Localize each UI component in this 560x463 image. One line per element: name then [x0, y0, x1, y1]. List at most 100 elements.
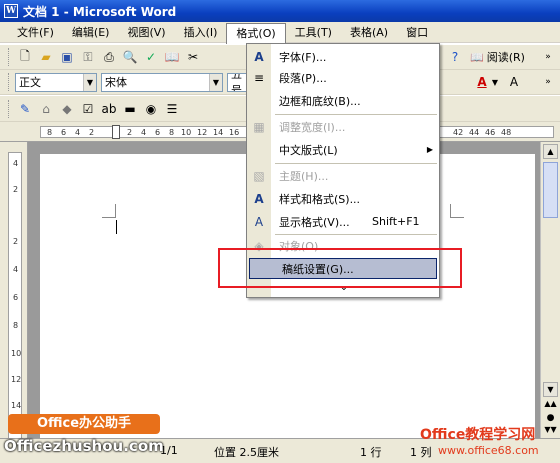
- ruler-number: 48: [501, 128, 512, 137]
- styles-icon: A: [254, 191, 264, 206]
- menu-insert[interactable]: 插入(I): [175, 23, 227, 42]
- ruler-number: 46: [485, 128, 496, 137]
- view-code-icon[interactable]: ◆: [57, 99, 77, 119]
- menu-item-label: 主题(H)...: [279, 169, 329, 183]
- margin-corner-mark: [102, 204, 116, 218]
- menu-view[interactable]: 视图(V): [118, 23, 174, 42]
- column-number: 1 列: [410, 446, 432, 459]
- menu-separator: [275, 163, 437, 164]
- scroll-down-icon[interactable]: ▼: [543, 382, 558, 397]
- help-icon[interactable]: ?: [445, 47, 465, 67]
- title-bar: W 文档 1 - Microsoft Word: [0, 0, 560, 22]
- menu-item-asian-layout[interactable]: 中文版式(L) ▶: [247, 139, 439, 160]
- window-title: 文档 1 - Microsoft Word: [23, 4, 177, 19]
- watermark-url-right: www.office68.com: [438, 444, 539, 457]
- text-cursor: [116, 220, 117, 234]
- menu-item-font[interactable]: A 字体(F)...: [247, 46, 439, 67]
- indent-marker[interactable]: [112, 125, 120, 139]
- read-button[interactable]: 📖 阅读(R): [470, 49, 525, 65]
- watermark-url-left: Officezhushou.com: [4, 437, 164, 455]
- menu-item-label: 显示格式(V)...: [279, 215, 350, 229]
- ruler-number: 6: [61, 128, 67, 137]
- book-icon: 📖: [470, 50, 484, 64]
- next-page-icon[interactable]: ▼▼: [543, 425, 558, 439]
- button-control-icon[interactable]: ▬: [120, 99, 140, 119]
- ruler-number: 8: [169, 128, 175, 137]
- ruler-number: 12: [11, 375, 22, 384]
- word-app-icon: W: [4, 4, 18, 18]
- highlight-annotation: [218, 248, 462, 288]
- design-mode-icon[interactable]: ✎: [15, 99, 35, 119]
- toolbar-grip[interactable]: [8, 99, 11, 118]
- ruler-number: 2: [13, 185, 19, 194]
- ruler-number: 6: [13, 293, 19, 302]
- permission-icon[interactable]: ⚿: [78, 47, 98, 67]
- ruler-number: 12: [197, 128, 208, 137]
- font-icon: A: [254, 49, 264, 64]
- menu-item-label: 中文版式(L): [279, 143, 338, 157]
- spelling-icon[interactable]: ✓: [141, 47, 161, 67]
- toolbar-grip[interactable]: [8, 73, 11, 91]
- scroll-up-icon[interactable]: ▲: [543, 144, 558, 159]
- ruler-number: 4: [13, 159, 19, 168]
- save-icon[interactable]: ▣: [57, 47, 77, 67]
- toolbar-grip[interactable]: [8, 48, 11, 66]
- ruler-number: 42: [453, 128, 464, 137]
- print-icon[interactable]: ⎙: [99, 47, 119, 67]
- menu-table[interactable]: 表格(A): [341, 23, 397, 42]
- ruler-strip: 4 2 2 4 6 8 10 12 14: [8, 152, 22, 442]
- vertical-ruler[interactable]: 4 2 2 4 6 8 10 12 14: [0, 142, 28, 442]
- font-combo[interactable]: 宋体 ▼: [101, 72, 223, 92]
- ruler-number: 4: [13, 265, 19, 274]
- font-color-icon[interactable]: A: [472, 72, 492, 92]
- menu-item-reveal-formatting[interactable]: A 显示格式(V)... Shift+F1: [247, 211, 439, 232]
- font-value: 宋体: [105, 76, 127, 89]
- toolbar-options-icon[interactable]: »: [538, 72, 558, 92]
- reveal-formatting-icon: A: [254, 214, 264, 229]
- margin-corner-mark: [450, 204, 464, 218]
- menu-item-label: 样式和格式(S)...: [279, 192, 361, 206]
- vertical-scrollbar[interactable]: ▲ ▼ ▲▲ ● ▼▼: [540, 142, 560, 442]
- chevron-down-icon[interactable]: ▼: [83, 73, 96, 91]
- ruler-number: 2: [127, 128, 133, 137]
- chevron-down-icon[interactable]: ▼: [209, 73, 222, 91]
- menu-item-borders-shading[interactable]: 边框和底纹(B)...: [247, 90, 439, 111]
- menu-window[interactable]: 窗口: [397, 23, 437, 42]
- option-button-icon[interactable]: ◉: [141, 99, 161, 119]
- style-combo[interactable]: 正文 ▼: [15, 72, 97, 92]
- read-button-label: 阅读(R): [486, 51, 525, 64]
- menu-format[interactable]: 格式(O): [226, 22, 286, 44]
- browse-object-icon[interactable]: ●: [543, 413, 558, 425]
- ruler-number: 6: [155, 128, 161, 137]
- properties-icon[interactable]: ⌂: [36, 99, 56, 119]
- menu-file[interactable]: 文件(F): [8, 23, 63, 42]
- print-preview-icon[interactable]: 🔍: [120, 47, 140, 67]
- paragraph-icon: ≡: [253, 70, 265, 85]
- char-shading-icon[interactable]: A: [504, 72, 524, 92]
- scroll-thumb[interactable]: [543, 162, 558, 218]
- menu-separator: [275, 114, 437, 115]
- research-icon[interactable]: 📖: [162, 47, 182, 67]
- new-document-icon[interactable]: 🗋: [15, 47, 35, 67]
- menu-edit[interactable]: 编辑(E): [63, 23, 119, 42]
- menu-item-styles-formatting[interactable]: A 样式和格式(S)...: [247, 188, 439, 209]
- menu-item-adjust-width: ▦ 调整宽度(I)...: [247, 116, 439, 137]
- style-value: 正文: [19, 76, 41, 89]
- listbox-icon[interactable]: ☰: [162, 99, 182, 119]
- checkbox-icon[interactable]: ☑: [78, 99, 98, 119]
- ruler-number: 8: [13, 321, 19, 330]
- menu-item-paragraph[interactable]: ≡ 段落(P)...: [247, 67, 439, 88]
- menu-item-label: 字体(F)...: [279, 50, 327, 64]
- open-folder-icon[interactable]: ▰: [36, 47, 56, 67]
- cut-icon[interactable]: ✂: [183, 47, 203, 67]
- textbox-icon[interactable]: ab: [99, 99, 119, 119]
- ruler-number: 14: [213, 128, 224, 137]
- toolbar-options-icon[interactable]: »: [538, 47, 558, 67]
- shortcut-label: Shift+F1: [372, 215, 420, 228]
- previous-page-icon[interactable]: ▲▲: [543, 399, 558, 413]
- chevron-down-icon[interactable]: ▼: [490, 72, 500, 92]
- menu-tools[interactable]: 工具(T): [286, 23, 341, 42]
- ruler-number: 14: [11, 401, 22, 410]
- ruler-number: 44: [469, 128, 480, 137]
- menu-item-label: 段落(P)...: [279, 71, 327, 85]
